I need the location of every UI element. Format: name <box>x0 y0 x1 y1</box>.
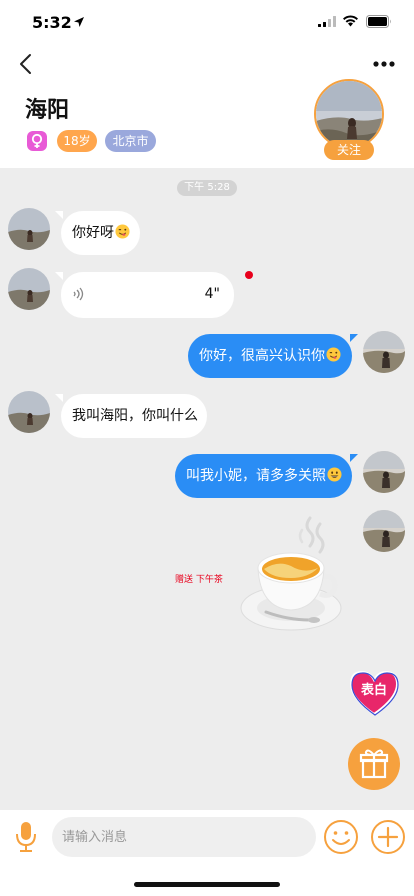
grinning-emoji-icon <box>327 467 342 482</box>
confess-label: 表白 <box>360 682 387 698</box>
message-input[interactable] <box>52 817 316 857</box>
confess-heart-button[interactable]: 表白 <box>347 668 401 716</box>
outgoing-message-bubble[interactable]: 你好，很高兴认识你 <box>188 334 358 378</box>
incoming-message-bubble[interactable]: 你好呀 <box>55 211 140 255</box>
message-text: 你好呀 <box>72 225 114 241</box>
my-avatar[interactable] <box>363 510 405 552</box>
chat-messages-area[interactable]: 下午 5:28 你好呀 4" 你好，很高兴认识你 我叫海阳，你叫什么 叫我小妮，… <box>0 168 414 810</box>
message-timestamp: 下午 5:28 <box>177 180 237 196</box>
message-text: 我叫海阳，你叫什么 <box>72 408 198 424</box>
winking-tongue-emoji-icon <box>326 347 341 362</box>
winking-tongue-emoji-icon <box>115 224 130 239</box>
profile-avatar[interactable] <box>314 79 384 149</box>
gift-label: 赠送 下午茶 <box>175 575 223 585</box>
age-tag: 18岁 <box>57 130 97 152</box>
chat-header: 海阳 18岁 北京市 关注 <box>0 44 414 168</box>
more-options-icon[interactable] <box>372 56 396 72</box>
my-avatar[interactable] <box>363 331 405 373</box>
outgoing-message-bubble[interactable]: 叫我小妮，请多多关照 <box>175 454 358 498</box>
profile-name: 海阳 <box>25 98 70 123</box>
wifi-icon <box>343 15 358 27</box>
voice-message-bubble[interactable]: 4" <box>55 272 234 318</box>
gift-button[interactable] <box>348 738 400 790</box>
message-input-bar <box>0 810 414 896</box>
voice-wave-icon <box>73 287 84 301</box>
gift-box-icon <box>359 749 389 779</box>
back-icon[interactable] <box>14 52 38 76</box>
location-arrow-icon <box>74 17 84 27</box>
my-avatar[interactable] <box>363 451 405 493</box>
contact-avatar[interactable] <box>8 268 50 310</box>
battery-icon <box>366 15 391 28</box>
add-attachment-icon[interactable] <box>370 819 406 855</box>
voice-duration: 4" <box>204 286 220 302</box>
city-tag: 北京市 <box>105 130 156 152</box>
emoji-picker-icon[interactable] <box>323 819 359 855</box>
home-indicator <box>134 882 280 887</box>
status-time: 5:32 <box>32 13 72 32</box>
contact-avatar[interactable] <box>8 208 50 250</box>
cellular-signal-icon <box>318 16 336 27</box>
status-bar: 5:32 <box>0 0 414 44</box>
unread-dot <box>245 271 253 279</box>
afternoon-tea-gift-icon[interactable] <box>238 516 344 636</box>
microphone-icon[interactable] <box>14 820 38 854</box>
incoming-message-bubble[interactable]: 我叫海阳，你叫什么 <box>55 394 207 438</box>
contact-avatar[interactable] <box>8 391 50 433</box>
female-gender-icon <box>27 131 47 151</box>
message-text: 你好，很高兴认识你 <box>199 348 325 364</box>
message-text: 叫我小妮，请多多关照 <box>186 468 326 484</box>
follow-button[interactable]: 关注 <box>324 140 374 160</box>
